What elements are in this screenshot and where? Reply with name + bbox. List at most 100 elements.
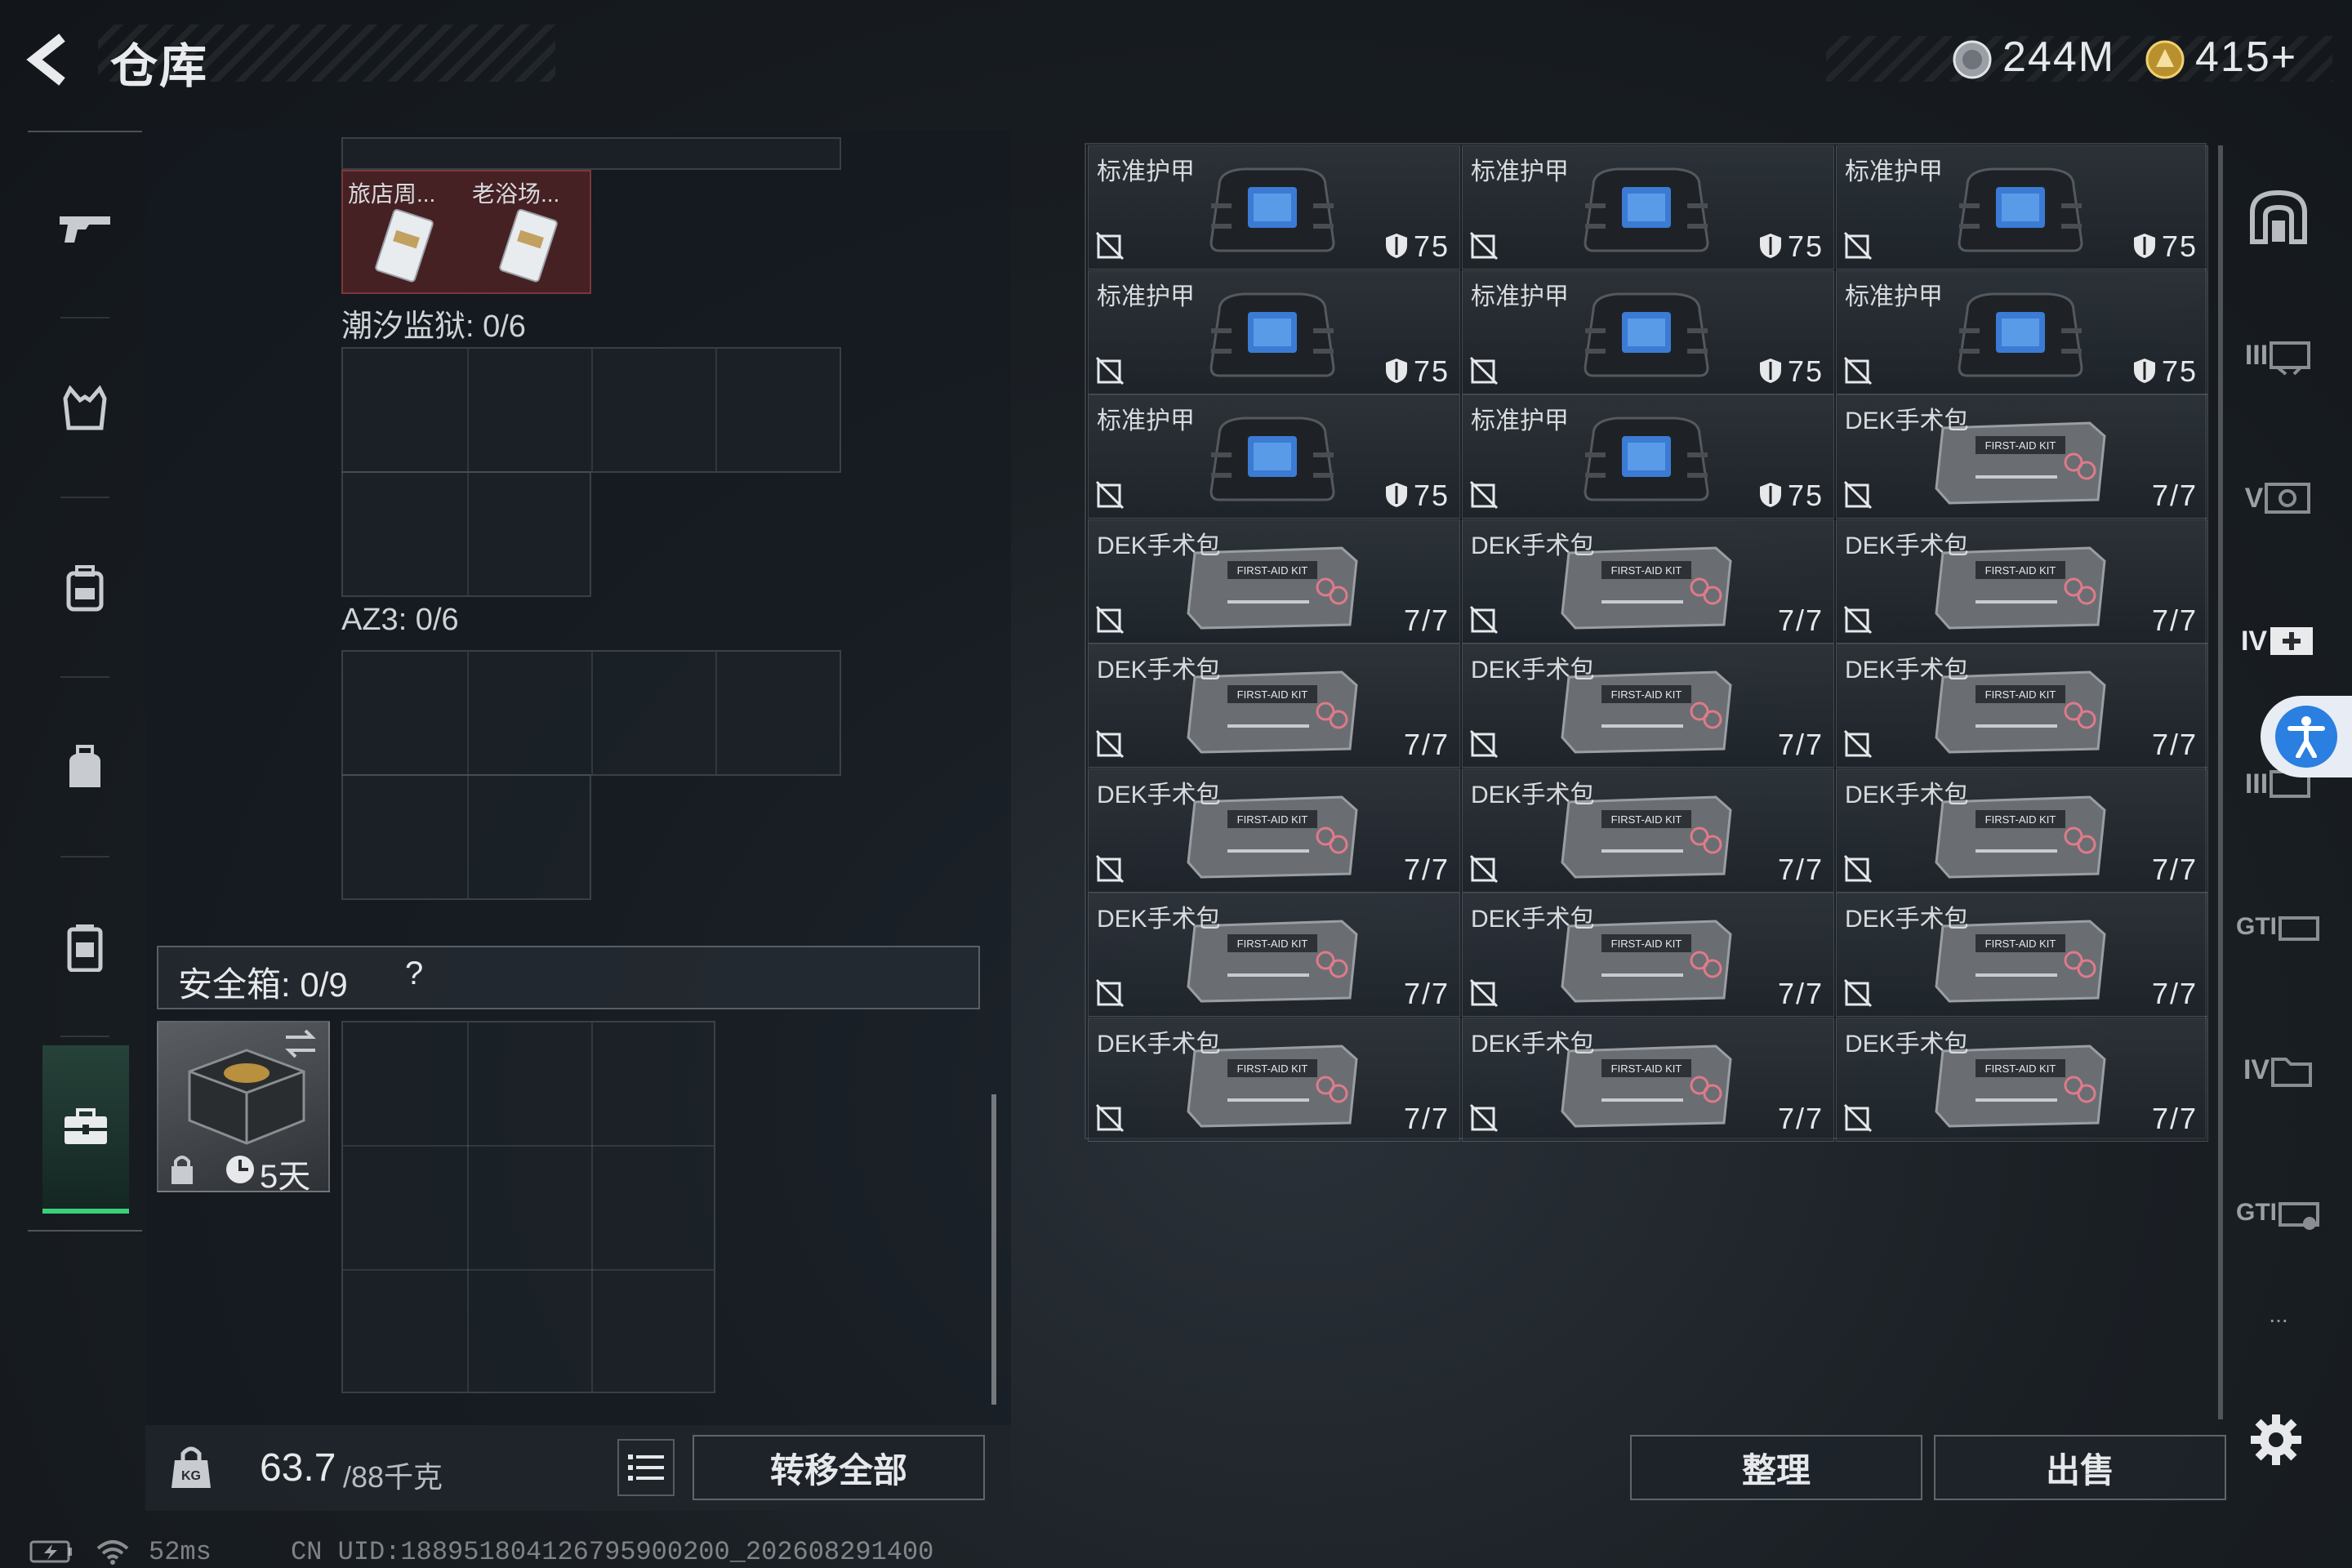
tier-4-folder-icon [2271, 1058, 2313, 1087]
armor-vest-icon [1209, 292, 1335, 376]
first-aid-kit-slot[interactable]: FIRST-AID KIT DEK手术包 7/7 [1836, 768, 2208, 893]
nav-backpack[interactable] [28, 506, 142, 670]
armor-vest-icon [1958, 167, 2083, 252]
first-aid-kit-slot[interactable]: FIRST-AID KIT DEK手术包 7/7 [1462, 519, 1834, 644]
filter-more[interactable]: ... [2230, 1290, 2328, 1339]
arch-icon [2250, 189, 2307, 244]
gold-currency-value: 415+ [2195, 33, 2298, 81]
gti-tool-icon [2278, 1202, 2319, 1230]
armor-slot[interactable]: 标准护甲 75 [1088, 270, 1460, 394]
first-aid-kit-slot[interactable]: FIRST-AID KIT DEK手术包 7/7 [1836, 519, 2208, 644]
settings-button[interactable] [2247, 1411, 2305, 1468]
armor-slot[interactable]: 标准护甲 75 [1088, 145, 1460, 270]
filter-tier-5-helmet[interactable]: V [2230, 437, 2328, 559]
item-name: DEK手术包 [1471, 532, 1595, 559]
section-label-tide-prison: 潮汐监狱: 0/6 [341, 310, 526, 344]
filter-gti-tool[interactable]: GTI [2230, 1152, 2328, 1274]
first-aid-kit-slot[interactable]: FIRST-AID KIT DEK手术包 7/7 [1462, 1017, 1834, 1142]
sell-button[interactable]: 出售 [1934, 1435, 2226, 1500]
canister-icon [67, 924, 103, 972]
vest-icon [63, 385, 107, 430]
key-card-item-1[interactable]: 旅店周... [345, 173, 466, 291]
nav-case-active[interactable] [42, 1045, 129, 1214]
svg-text:FIRST-AID KIT: FIRST-AID KIT [1985, 938, 2056, 950]
gear-icon [2251, 1414, 2301, 1465]
first-aid-kit-slot[interactable]: FIRST-AID KIT DEK手术包 7/7 [1088, 519, 1460, 644]
no-sell-icon [1469, 480, 1499, 510]
first-aid-kit-slot[interactable]: FIRST-AID KIT DEK手术包 7/7 [1088, 644, 1460, 768]
key-card-icon [499, 209, 558, 283]
storage-scrollbar[interactable] [2218, 145, 2223, 1419]
safe-box-label: 安全箱: 0/9 [178, 965, 348, 1004]
svg-text:FIRST-AID KIT: FIRST-AID KIT [1985, 1062, 2056, 1075]
uses-count: 7/7 [1403, 603, 1450, 637]
durability-value: 75 [1758, 229, 1824, 264]
armor-slot[interactable]: 标准护甲 75 [1836, 145, 2208, 270]
item-name: 标准护甲 [1471, 158, 1569, 185]
grid-tide-prison-row2[interactable] [341, 471, 591, 597]
filter-tier-4-folder[interactable]: IV [2230, 1009, 2328, 1131]
back-button[interactable] [23, 31, 88, 88]
armor-slot[interactable]: 标准护甲 75 [1088, 394, 1460, 519]
wifi-icon [96, 1540, 129, 1565]
first-aid-kit-slot[interactable]: FIRST-AID KIT DEK手术包 7/7 [1462, 768, 1834, 893]
key-card-item-2[interactable]: 老浴场... [469, 173, 590, 291]
first-aid-kit-slot[interactable]: FIRST-AID KIT DEK手术包 7/7 [1088, 768, 1460, 893]
item-name: DEK手术包 [1471, 1030, 1595, 1058]
container-scrollbar[interactable] [991, 1094, 996, 1405]
svg-text:FIRST-AID KIT: FIRST-AID KIT [1237, 1062, 1308, 1075]
safe-box-item[interactable]: 5天 [157, 1021, 330, 1195]
uses-count: 7/7 [1777, 728, 1824, 761]
filter-gti[interactable]: GTI [2230, 866, 2328, 988]
svg-text:FIRST-AID KIT: FIRST-AID KIT [1985, 813, 2056, 826]
first-aid-kit-slot[interactable]: FIRST-AID KIT DEK手术包 7/7 [1462, 644, 1834, 768]
armor-slot[interactable]: 标准护甲 75 [1462, 270, 1834, 394]
no-sell-icon [1095, 605, 1125, 634]
uid-text: CN UID:188951804126795900200_20260829140… [291, 1537, 934, 1567]
filter-tier-4-medkit[interactable]: IV [2230, 580, 2328, 702]
uses-count: 7/7 [1777, 977, 1824, 1010]
nav-bag[interactable] [28, 686, 142, 849]
item-name: DEK手术包 [1097, 657, 1221, 684]
armor-slot[interactable]: 标准护甲 75 [1836, 270, 2208, 394]
no-sell-icon [1843, 854, 1873, 883]
first-aid-kit-slot[interactable]: FIRST-AID KIT DEK手术包 7/7 [1088, 893, 1460, 1017]
armor-vest-icon [1584, 292, 1709, 376]
no-sell-icon [1095, 480, 1125, 510]
bag-icon [69, 745, 100, 787]
first-aid-kit-slot[interactable]: FIRST-AID KIT DEK手术包 7/7 [1836, 394, 2208, 519]
nav-canister[interactable] [28, 866, 142, 1029]
svg-text:FIRST-AID KIT: FIRST-AID KIT [1985, 688, 2056, 701]
item-name: DEK手术包 [1097, 532, 1221, 559]
safe-box-help-button[interactable]: ? [405, 956, 423, 992]
filter-tier-3-armor[interactable]: III [2230, 294, 2328, 416]
first-aid-kit-slot[interactable]: FIRST-AID KIT DEK手术包 7/7 [1836, 644, 2208, 768]
nav-weapons[interactable] [28, 147, 142, 310]
grid-tide-prison-row1[interactable] [341, 347, 841, 473]
first-aid-kit-slot[interactable]: FIRST-AID KIT DEK手术包 7/7 [1836, 1017, 2208, 1142]
first-aid-kit-slot[interactable]: FIRST-AID KIT DEK手术包 7/7 [1088, 1017, 1460, 1142]
uses-count: 7/7 [2151, 479, 2198, 512]
silver-currency-value: 244M [2002, 33, 2116, 81]
safe-box-grid[interactable] [341, 1021, 715, 1393]
armor-slot[interactable]: 标准护甲 75 [1462, 394, 1834, 519]
filter-all[interactable] [2230, 155, 2328, 278]
no-sell-icon [1469, 231, 1499, 261]
grid-az3-row2[interactable] [341, 774, 591, 900]
svg-text:FIRST-AID KIT: FIRST-AID KIT [1237, 688, 1308, 701]
first-aid-kit-slot[interactable]: FIRST-AID KIT DEK手术包 7/7 [1836, 893, 2208, 1017]
item-label: 老浴场... [472, 181, 560, 207]
uses-count: 7/7 [2151, 977, 2198, 1010]
transfer-all-button[interactable]: 转移全部 [693, 1435, 985, 1500]
svg-text:FIRST-AID KIT: FIRST-AID KIT [1237, 813, 1308, 826]
list-view-button[interactable] [617, 1439, 675, 1496]
first-aid-kit-slot[interactable]: FIRST-AID KIT DEK手术包 7/7 [1462, 893, 1834, 1017]
armor-slot[interactable]: 标准护甲 75 [1462, 145, 1834, 270]
accessibility-button[interactable] [2261, 696, 2352, 777]
sort-button[interactable]: 整理 [1630, 1435, 1922, 1500]
item-name: 标准护甲 [1097, 408, 1195, 434]
grid-az3-row1[interactable] [341, 650, 841, 776]
no-sell-icon [1095, 1103, 1125, 1132]
no-sell-icon [1843, 605, 1873, 634]
nav-vest[interactable] [28, 327, 142, 490]
